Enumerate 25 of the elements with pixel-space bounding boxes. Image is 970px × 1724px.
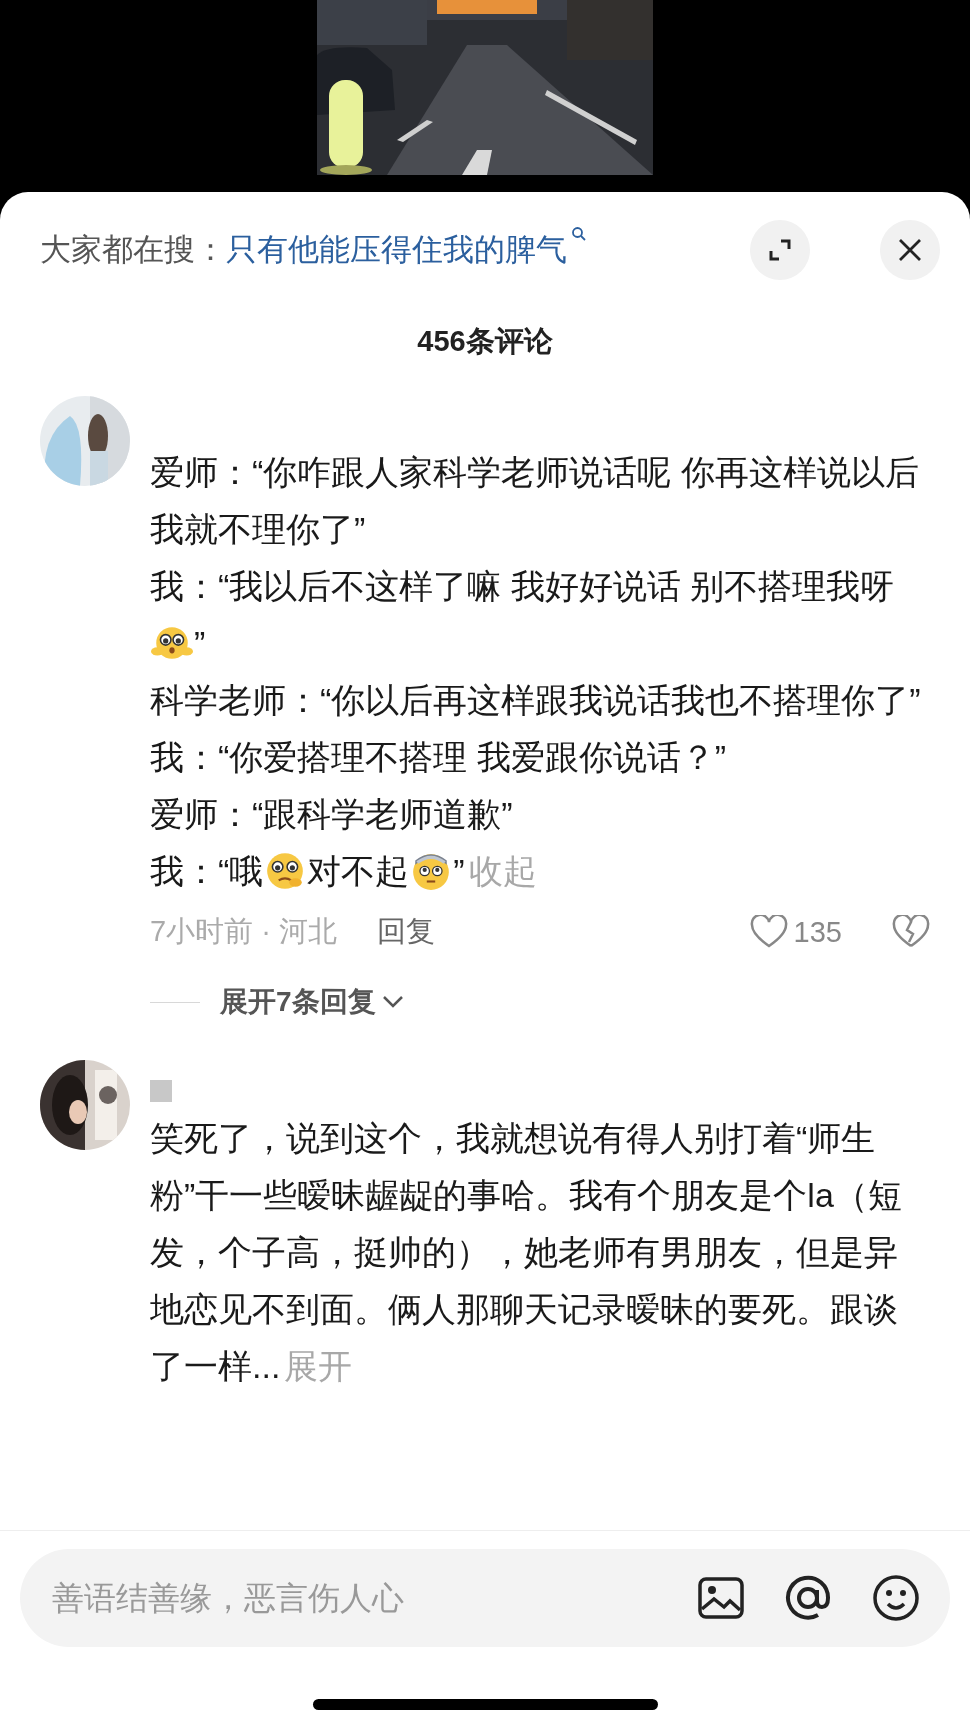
comment-text: 我：“我以后不这样了嘛 我好好说话 别不搭理我呀 ”: [150, 566, 896, 666]
search-icon[interactable]: [571, 226, 587, 242]
comment-text: 笑死了，说到这个，我就想说有得人别打着“师生粉”干一些暧昧龌龊的事哈。我有个朋友是个la（短发，个子高，挺帅的），她老师有男朋友，但是异地恋见不到面。俩人那聊天记录暧昧的要死。跟谈了一样...展开: [150, 1118, 903, 1387]
comment-bar[interactable]: 善语结善缘，恶言伤人心: [20, 1549, 950, 1647]
mention-icon[interactable]: [784, 1574, 832, 1622]
emoji-icon[interactable]: [872, 1574, 920, 1622]
comment-count: 456条评论: [416, 324, 554, 359]
expand-icon: [767, 237, 793, 263]
comment-input[interactable]: 善语结善缘，恶言伤人心: [50, 1578, 658, 1618]
heart-icon[interactable]: [749, 915, 788, 949]
comment-text: 科学老师：“你以后再这样跟我说话我也不搭理你了”: [150, 680, 922, 721]
comment-text: 爱师：“你咋跟人家科学老师说话呢 你再这样说以后我就不理你了”: [150, 452, 920, 550]
comment-text: 我：“哦 对不起 ”收起: [150, 849, 538, 894]
search-label: 大家都在搜：: [40, 231, 226, 269]
comment-text: 爱师：“跟科学老师道歉”: [150, 794, 514, 835]
image-icon[interactable]: [698, 1577, 744, 1619]
close-icon: [897, 237, 923, 263]
comment-text: 我：“你爱搭理不搭理 我爱跟你说话？”: [150, 737, 728, 778]
like-count: 135: [793, 915, 842, 949]
chevron-down-icon: [381, 995, 404, 1009]
reply-link[interactable]: 回复: [376, 912, 435, 952]
trending-search-link[interactable]: 只有他能压得住我的脾气: [226, 229, 567, 271]
time-location: 7小时前 · 河北: [150, 914, 337, 949]
expand-replies-button[interactable]: 展开7条回复: [220, 983, 404, 1021]
broken-heart-icon[interactable]: [892, 915, 930, 949]
